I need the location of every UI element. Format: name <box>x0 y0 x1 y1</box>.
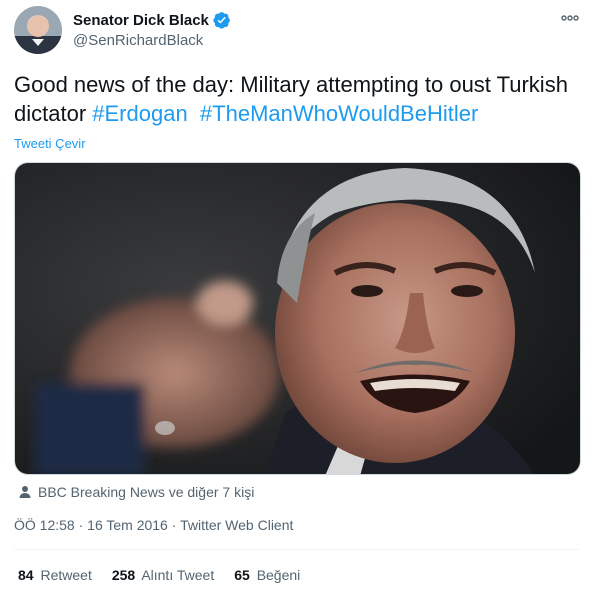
author-block: Senator Dick Black @SenRichardBlack <box>73 10 231 49</box>
quote-count-label: Alıntı Tweet <box>141 567 215 583</box>
tweet-date[interactable]: 16 Tem 2016 <box>87 517 168 533</box>
hashtag-erdogan[interactable]: #Erdogan <box>92 101 187 126</box>
like-count-label: Beğeni <box>256 567 301 583</box>
author-handle[interactable]: @SenRichardBlack <box>73 32 231 49</box>
avatar[interactable] <box>14 6 62 54</box>
tweet-photo[interactable] <box>14 162 581 475</box>
retweet-count-label: Retweet <box>40 567 92 583</box>
tweet-time[interactable]: ÖÖ 12:58 <box>14 517 75 533</box>
tweet-card: Senator Dick Black @SenRichardBlack Good… <box>0 0 593 593</box>
person-icon <box>19 486 31 498</box>
translate-tweet-link[interactable]: Tweeti Çevir <box>14 136 86 151</box>
photo-image <box>15 163 580 474</box>
divider <box>14 549 579 550</box>
tweet-stats: 84 Retweet 258 Alıntı Tweet 65 Beğeni <box>18 567 300 583</box>
author-name[interactable]: Senator Dick Black <box>73 12 209 29</box>
more-options-icon[interactable] <box>561 9 579 27</box>
retweet-count-value: 84 <box>18 567 34 583</box>
quote-tweet-count[interactable]: 258 Alıntı Tweet <box>112 567 214 583</box>
retweet-count[interactable]: 84 Retweet <box>18 567 92 583</box>
like-count-value: 65 <box>234 567 250 583</box>
hashtag-themanwhowouldbehitler[interactable]: #TheManWhoWouldBeHitler <box>200 101 478 126</box>
tagged-users[interactable]: BBC Breaking News ve diğer 7 kişi <box>18 484 254 500</box>
tweet-client[interactable]: Twitter Web Client <box>180 517 293 533</box>
quote-count-value: 258 <box>111 567 136 583</box>
like-count[interactable]: 65 Beğeni <box>234 567 300 583</box>
meta-separator: · <box>171 517 181 533</box>
tweet-text: Good news of the day: Military attemptin… <box>14 70 586 128</box>
tagged-users-label: BBC Breaking News ve diğer 7 kişi <box>38 484 255 500</box>
avatar-photo <box>14 6 62 54</box>
verified-badge-icon <box>213 12 230 29</box>
meta-separator: · <box>78 517 88 533</box>
tweet-metadata: ÖÖ 12:58 · 16 Tem 2016 · Twitter Web Cli… <box>14 517 293 533</box>
